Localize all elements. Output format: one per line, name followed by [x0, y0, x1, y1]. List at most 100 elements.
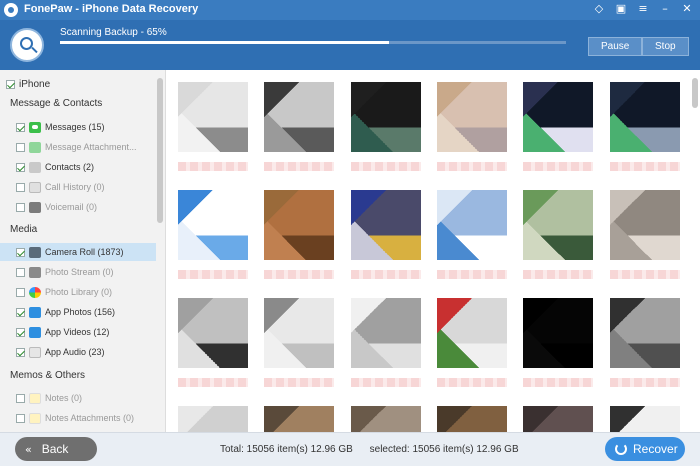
photo-thumbnail[interactable]	[437, 298, 507, 368]
photo-thumbnail[interactable]	[523, 406, 593, 432]
thumbnail-caption	[523, 162, 593, 171]
section-title-messages: Message & Contacts	[10, 98, 103, 109]
pause-button[interactable]: Pause	[588, 37, 643, 56]
call-history-checkbox[interactable]	[16, 182, 25, 192]
message-attachments-checkbox[interactable]	[16, 142, 25, 152]
sidebar-item-label: Voicemail (0)	[45, 202, 98, 212]
scan-progress-fill	[60, 41, 389, 44]
photo-stream-checkbox[interactable]	[16, 267, 25, 277]
minimize-icon[interactable]: –	[658, 2, 672, 16]
photo-thumbnail[interactable]	[610, 406, 680, 432]
gift-icon[interactable]: ▣	[614, 2, 628, 16]
voicemail-icon	[29, 201, 41, 213]
photo-thumbnail[interactable]	[351, 406, 421, 432]
sidebar-item-photo-stream[interactable]: Photo Stream (0)	[16, 263, 156, 281]
diamond-icon[interactable]: ◇	[592, 2, 606, 16]
photo-thumbnail[interactable]	[264, 298, 334, 368]
sidebar-item-label: Notes Attachments (0)	[45, 413, 135, 423]
grid-scrollbar[interactable]	[692, 78, 698, 108]
contacts-icon	[29, 161, 41, 173]
sidebar-item-camera-roll[interactable]: Camera Roll (1873)	[0, 243, 156, 261]
photo-thumbnail[interactable]	[351, 298, 421, 368]
photo-thumbnail[interactable]	[178, 406, 248, 432]
notes-icon	[29, 392, 41, 404]
device-checkbox[interactable]	[6, 79, 15, 89]
photo-thumbnail[interactable]	[610, 82, 680, 152]
device-label: iPhone	[19, 78, 51, 90]
sidebar-item-label: App Audio (23)	[45, 347, 105, 357]
thumbnail-caption	[610, 270, 680, 279]
notes-attachments-checkbox[interactable]	[16, 413, 25, 423]
back-button[interactable]: « Back	[15, 437, 97, 461]
thumbnail-caption	[351, 162, 421, 171]
photo-thumbnail[interactable]	[264, 190, 334, 260]
stop-button[interactable]: Stop	[642, 37, 689, 56]
contacts-checkbox[interactable]	[16, 162, 25, 172]
photo-thumbnail[interactable]	[523, 298, 593, 368]
photo-thumbnail[interactable]	[437, 190, 507, 260]
photo-thumbnail[interactable]	[523, 190, 593, 260]
photo-thumbnail[interactable]	[351, 190, 421, 260]
selected-count: selected: 15056 item(s) 12.96 GB	[369, 444, 519, 455]
thumbnail-caption	[178, 270, 248, 279]
scan-magnifier-icon	[10, 28, 44, 62]
photo-thumbnail[interactable]	[178, 190, 248, 260]
thumbnail-caption	[437, 162, 507, 171]
sidebar-item-label: Camera Roll (1873)	[45, 247, 124, 257]
sidebar-scrollbar[interactable]	[157, 78, 163, 223]
photo-thumbnail[interactable]	[610, 190, 680, 260]
device-root[interactable]: iPhone	[6, 75, 50, 93]
attachment-icon	[29, 141, 41, 153]
sidebar-item-notes-attachments[interactable]: Notes Attachments (0)	[16, 409, 156, 427]
scan-progress-bar	[60, 41, 566, 44]
thumbnail-caption	[610, 378, 680, 387]
photo-thumbnail[interactable]	[264, 82, 334, 152]
thumbnail-caption	[351, 270, 421, 279]
photo-thumbnail[interactable]	[437, 82, 507, 152]
app-videos-checkbox[interactable]	[16, 327, 25, 337]
voicemail-checkbox[interactable]	[16, 202, 25, 212]
sidebar-item-contacts[interactable]: Contacts (2)	[16, 158, 156, 176]
recover-button[interactable]: Recover	[605, 437, 685, 461]
photos-flower-icon	[29, 286, 41, 298]
app-photos-checkbox[interactable]	[16, 307, 25, 317]
notes-checkbox[interactable]	[16, 393, 25, 403]
app-videos-icon	[29, 326, 41, 338]
photo-thumbnail[interactable]	[264, 406, 334, 432]
sidebar-item-app-photos[interactable]: App Photos (156)	[16, 303, 156, 321]
thumbnail-caption	[437, 378, 507, 387]
photo-thumbnail[interactable]	[610, 298, 680, 368]
app-audio-checkbox[interactable]	[16, 347, 25, 357]
menu-icon[interactable]: ≡	[636, 2, 650, 16]
recover-icon	[615, 443, 627, 455]
messages-checkbox[interactable]	[16, 122, 25, 132]
sidebar-item-message-attachments[interactable]: Message Attachment...	[16, 138, 156, 156]
sidebar-item-label: Photo Library (0)	[45, 287, 113, 297]
sidebar-item-photo-library[interactable]: Photo Library (0)	[16, 283, 156, 301]
close-icon[interactable]: ✕	[680, 2, 694, 16]
section-title-media: Media	[10, 224, 38, 235]
camera-roll-checkbox[interactable]	[16, 247, 25, 257]
sidebar-item-label: Call History (0)	[45, 182, 105, 192]
phone-icon	[29, 181, 41, 193]
sidebar-item-label: App Videos (12)	[45, 327, 110, 337]
photo-library-checkbox[interactable]	[16, 287, 25, 297]
total-count: Total: 15056 item(s) 12.96 GB	[220, 444, 353, 455]
photo-thumbnail[interactable]	[351, 82, 421, 152]
section-title-memos: Memos & Others	[10, 370, 86, 381]
photo-thumbnail[interactable]	[437, 406, 507, 432]
sidebar-item-notes[interactable]: Notes (0)	[16, 389, 156, 407]
photo-thumbnail[interactable]	[178, 82, 248, 152]
item-totals: Total: 15056 item(s) 12.96 GB selected: …	[220, 444, 533, 455]
sidebar-item-messages[interactable]: Messages (15)	[16, 118, 156, 136]
photo-thumbnail[interactable]	[178, 298, 248, 368]
photo-thumbnail[interactable]	[523, 82, 593, 152]
scan-header: Scanning Backup - 65% Pause Stop	[0, 20, 700, 70]
thumbnail-caption	[610, 162, 680, 171]
sidebar-item-voicemail[interactable]: Voicemail (0)	[16, 198, 156, 216]
sidebar-item-app-audio[interactable]: App Audio (23)	[16, 343, 156, 361]
sidebar-item-label: Contacts (2)	[45, 162, 95, 172]
sidebar-item-app-videos[interactable]: App Videos (12)	[16, 323, 156, 341]
window-title: FonePaw - iPhone Data Recovery	[24, 3, 199, 15]
sidebar-item-call-history[interactable]: Call History (0)	[16, 178, 156, 196]
